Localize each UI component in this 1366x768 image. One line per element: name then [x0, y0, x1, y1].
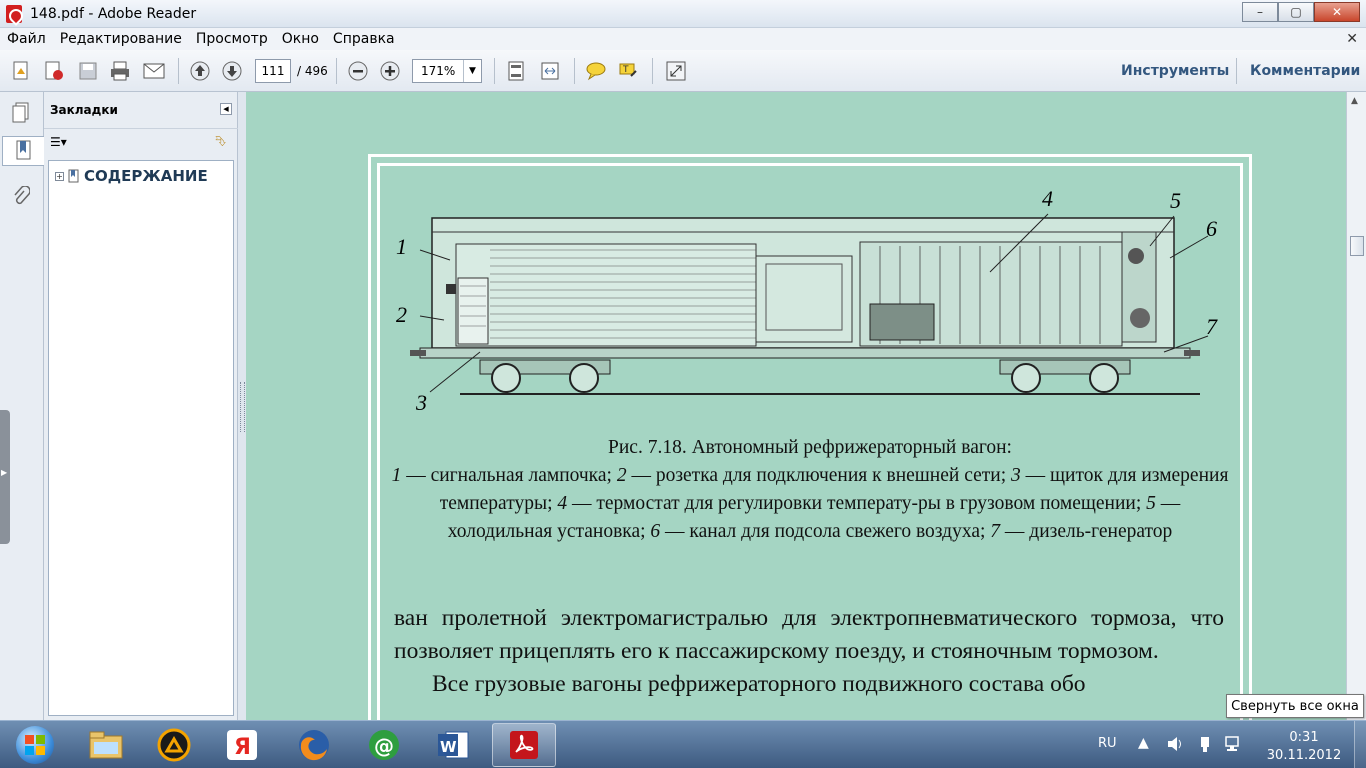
system-clock[interactable]: 0:31 30.11.2012: [1262, 729, 1346, 765]
save-icon[interactable]: [76, 59, 100, 83]
print-icon[interactable]: [108, 59, 132, 83]
taskbar-word[interactable]: W: [422, 723, 486, 767]
navigation-pane-strip: [0, 92, 44, 720]
menu-view[interactable]: Просмотр: [189, 31, 275, 47]
body-text: ван пролетной электромагистралью для эле…: [394, 602, 1224, 701]
collapse-panel-icon[interactable]: ◀: [220, 103, 232, 115]
fit-width-icon[interactable]: [538, 59, 562, 83]
figure-label-5: 5: [1170, 188, 1181, 213]
taskbar-yandex[interactable]: Я: [210, 723, 274, 767]
zoom-out-icon[interactable]: [346, 59, 370, 83]
network-icon[interactable]: [1224, 735, 1244, 757]
pdf-page: 1 2 3 4 5 6 7 Рис. 7.18. Автономный рефр…: [368, 154, 1252, 720]
comment-icon[interactable]: [584, 59, 608, 83]
bookmark-options-icon[interactable]: ☰▾: [50, 135, 67, 149]
expand-bookmark-icon[interactable]: ⮷: [215, 134, 226, 150]
attachments-icon[interactable]: [6, 182, 36, 212]
bookmarks-icon[interactable]: [2, 136, 44, 166]
fit-page-icon[interactable]: [504, 59, 528, 83]
paragraph: ван пролетной электромагистралью для эле…: [394, 605, 1224, 664]
figure-label-2: 2: [396, 302, 407, 327]
bookmarks-title: Закладки: [50, 103, 118, 117]
highlight-icon[interactable]: T: [616, 59, 640, 83]
taskbar-explorer[interactable]: [74, 723, 138, 767]
window-controls: – ▢ ✕: [1242, 2, 1360, 22]
bookmarks-list: + СОДЕРЖАНИЕ: [48, 160, 234, 716]
menu-bar: Файл Редактирование Просмотр Окно Справк…: [0, 28, 1366, 50]
scroll-thumb[interactable]: [1350, 236, 1364, 256]
figure-label-3: 3: [416, 390, 427, 415]
maximize-button[interactable]: ▢: [1278, 2, 1314, 22]
caption-legend: 1 — сигнальная лампочка; 2 — розетка для…: [391, 465, 1229, 542]
show-hidden-icons-icon[interactable]: ▲: [1138, 735, 1149, 751]
figure-label-7: 7: [1206, 314, 1217, 339]
document-view[interactable]: 1 2 3 4 5 6 7 Рис. 7.18. Автономный рефр…: [246, 92, 1346, 720]
bookmark-flag-icon: [68, 169, 80, 183]
windows-logo-icon: [16, 726, 54, 764]
caption-title: Рис. 7.18. Автономный рефрижераторный ва…: [608, 437, 1012, 458]
zoom-value: 171%: [421, 64, 456, 78]
volume-icon[interactable]: [1166, 735, 1184, 757]
comments-button[interactable]: Комментарии: [1250, 63, 1360, 79]
close-document-icon[interactable]: ✕: [1346, 31, 1358, 47]
clock-date: 30.11.2012: [1266, 748, 1342, 763]
svg-text:W: W: [440, 738, 457, 756]
tools-button[interactable]: Инструменты: [1121, 63, 1229, 79]
expand-icon[interactable]: +: [55, 171, 64, 181]
taskbar-adobe-reader[interactable]: [492, 723, 556, 767]
show-desktop-button[interactable]: [1354, 721, 1366, 768]
tooltip: Свернуть все окна: [1226, 694, 1364, 718]
vertical-scrollbar[interactable]: ▲: [1346, 92, 1366, 720]
bookmarks-toolbar: ☰▾ ⮷: [44, 128, 238, 156]
zoom-in-icon[interactable]: [378, 59, 402, 83]
adobe-reader-icon: [6, 5, 22, 23]
taskbar: Я @ W RU ▲ 0:31 30.11.2012: [0, 720, 1366, 768]
bookmark-label[interactable]: СОДЕРЖАНИЕ: [84, 167, 208, 185]
svg-text:@: @: [374, 734, 394, 758]
refrigerator-wagon-figure: 1 2 3 4 5 6 7: [396, 186, 1230, 426]
fullscreen-icon[interactable]: [664, 59, 688, 83]
bookmarks-header: Закладки ◀: [44, 92, 238, 128]
toolbar: 111 / 496 171% ▼ T Инструменты Комментар…: [0, 50, 1366, 92]
usb-device-icon[interactable]: [1196, 735, 1214, 757]
window-title: 148.pdf - Adobe Reader: [30, 6, 197, 22]
acrobat-online-icon[interactable]: [42, 59, 66, 83]
paragraph: Все грузовые вагоны рефрижераторного под…: [432, 671, 1086, 697]
taskbar-mail-agent[interactable]: @: [352, 723, 416, 767]
create-pdf-icon[interactable]: [10, 59, 34, 83]
zoom-select[interactable]: 171% ▼: [412, 59, 482, 83]
menu-edit[interactable]: Редактирование: [53, 31, 189, 47]
close-button[interactable]: ✕: [1314, 2, 1360, 22]
side-pane-handle[interactable]: [0, 410, 10, 544]
menu-window[interactable]: Окно: [275, 31, 326, 47]
menu-file[interactable]: Файл: [0, 31, 53, 47]
figure-caption: Рис. 7.18. Автономный рефрижераторный ва…: [388, 434, 1232, 546]
title-bar: 148.pdf - Adobe Reader – ▢ ✕: [0, 0, 1366, 28]
svg-text:T: T: [622, 65, 629, 75]
minimize-button[interactable]: –: [1242, 2, 1278, 22]
svg-text:Я: Я: [234, 735, 251, 760]
bookmarks-panel: Закладки ◀ ☰▾ ⮷ + СОДЕРЖАНИЕ: [44, 92, 238, 720]
clock-time: 0:31: [1289, 730, 1319, 745]
pane-splitter[interactable]: [238, 92, 246, 720]
previous-page-icon[interactable]: [188, 59, 212, 83]
next-page-icon[interactable]: [220, 59, 244, 83]
page-frame: 1 2 3 4 5 6 7 Рис. 7.18. Автономный рефр…: [377, 163, 1243, 720]
page-number-input[interactable]: 111: [255, 59, 291, 83]
chevron-down-icon[interactable]: ▼: [463, 60, 481, 82]
taskbar-firefox[interactable]: [282, 723, 346, 767]
figure-label-6: 6: [1206, 216, 1217, 241]
figure-label-1: 1: [396, 234, 407, 259]
figure-label-4: 4: [1042, 186, 1053, 211]
email-icon[interactable]: [142, 59, 166, 83]
language-indicator[interactable]: RU: [1098, 736, 1117, 751]
menu-help[interactable]: Справка: [326, 31, 402, 47]
taskbar-aimp[interactable]: [142, 723, 206, 767]
bookmark-item[interactable]: + СОДЕРЖАНИЕ: [55, 167, 208, 185]
page-total: / 496: [297, 64, 328, 78]
start-button[interactable]: [6, 723, 64, 767]
page-thumbnails-icon[interactable]: [6, 98, 36, 128]
scroll-up-icon[interactable]: ▲: [1351, 96, 1358, 106]
